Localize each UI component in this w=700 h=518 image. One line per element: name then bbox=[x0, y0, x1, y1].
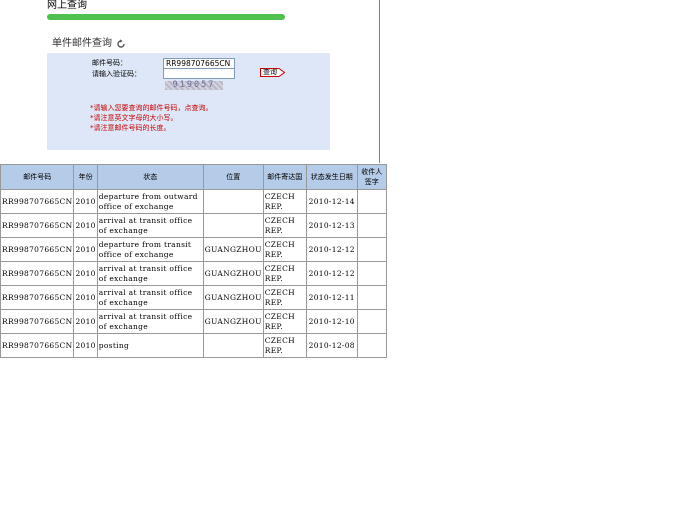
header-signature: 收件人签字 bbox=[356, 164, 387, 190]
query-button[interactable]: 查询 bbox=[260, 68, 285, 77]
header-location: 位置 bbox=[202, 164, 264, 190]
note-line: *请注意邮件号码的长度。 bbox=[90, 124, 171, 132]
cell-date: 2010-12-14 bbox=[305, 189, 358, 214]
cell-destination: CZECH REP. bbox=[262, 309, 307, 334]
title-bar bbox=[47, 14, 285, 20]
cell-signature bbox=[356, 213, 387, 238]
cell-status: arrival at transit office of exchange bbox=[96, 285, 204, 310]
cell-destination: CZECH REP. bbox=[262, 285, 307, 310]
cell-signature bbox=[356, 237, 387, 262]
cell-destination: CZECH REP. bbox=[262, 261, 307, 286]
cell-year: 2010 bbox=[73, 213, 98, 238]
table-row: RR998707665CN 2010 arrival at transit of… bbox=[0, 213, 387, 238]
cell-mail-no: RR998707665CN bbox=[0, 261, 75, 286]
table-row: RR998707665CN 2010 arrival at transit of… bbox=[0, 285, 387, 310]
table-row: RR998707665CN 2010 posting CZECH REP. 20… bbox=[0, 333, 387, 358]
cell-year: 2010 bbox=[73, 237, 98, 262]
page-title: 网上查询 bbox=[47, 0, 87, 11]
cell-location: GUANGZHOU bbox=[202, 237, 264, 262]
cell-date: 2010-12-12 bbox=[305, 237, 358, 262]
cell-mail-no: RR998707665CN bbox=[0, 237, 75, 262]
cell-signature bbox=[356, 189, 387, 214]
cell-mail-no: RR998707665CN bbox=[0, 213, 75, 238]
header-date: 状态发生日期 bbox=[305, 164, 358, 190]
table-row: RR998707665CN 2010 departure from outwar… bbox=[0, 189, 387, 214]
cell-status: arrival at transit office of exchange bbox=[96, 309, 204, 334]
cell-status: posting bbox=[96, 333, 204, 358]
header-destination: 邮件寄达国 bbox=[262, 164, 307, 190]
cell-destination: CZECH REP. bbox=[262, 237, 307, 262]
header-mail-no: 邮件号码 bbox=[0, 164, 75, 190]
cell-mail-no: RR998707665CN bbox=[0, 189, 75, 214]
results-table: 邮件号码 年份 状态 位置 邮件寄达国 状态发生日期 收件人签字 RR99870… bbox=[0, 164, 387, 358]
cell-year: 2010 bbox=[73, 189, 98, 214]
cell-location bbox=[202, 189, 264, 214]
refresh-icon[interactable] bbox=[116, 39, 126, 49]
cell-signature bbox=[356, 309, 387, 334]
cell-signature bbox=[356, 333, 387, 358]
cell-location bbox=[202, 333, 264, 358]
captcha-label: 请输入验证码： bbox=[92, 70, 141, 78]
cell-destination: CZECH REP. bbox=[262, 213, 307, 238]
cell-status: departure from outward office of exchang… bbox=[96, 189, 204, 214]
cell-mail-no: RR998707665CN bbox=[0, 333, 75, 358]
section-title-label: 单件邮件查询 bbox=[52, 38, 112, 49]
cell-date: 2010-12-13 bbox=[305, 213, 358, 238]
table-row: RR998707665CN 2010 departure from transi… bbox=[0, 237, 387, 262]
cell-location: GUANGZHOU bbox=[202, 309, 264, 334]
cell-mail-no: RR998707665CN bbox=[0, 285, 75, 310]
section-title: 单件邮件查询 bbox=[52, 38, 126, 50]
cell-status: departure from transit office of exchang… bbox=[96, 237, 204, 262]
cell-year: 2010 bbox=[73, 309, 98, 334]
cell-year: 2010 bbox=[73, 285, 98, 310]
mail-no-label: 邮件号码： bbox=[92, 59, 127, 67]
cell-date: 2010-12-11 bbox=[305, 285, 358, 310]
query-form: 邮件号码： 请输入验证码： 919057 查询 *请输入您要查询的邮件号码，点查… bbox=[47, 53, 330, 150]
cell-date: 2010-12-10 bbox=[305, 309, 358, 334]
table-row: RR998707665CN 2010 arrival at transit of… bbox=[0, 309, 387, 334]
cell-status: arrival at transit office of exchange bbox=[96, 261, 204, 286]
cell-date: 2010-12-12 bbox=[305, 261, 358, 286]
header-year: 年份 bbox=[73, 164, 98, 190]
cell-signature bbox=[356, 261, 387, 286]
cell-year: 2010 bbox=[73, 261, 98, 286]
cell-destination: CZECH REP. bbox=[262, 189, 307, 214]
cell-date: 2010-12-08 bbox=[305, 333, 358, 358]
cell-location: GUANGZHOU bbox=[202, 261, 264, 286]
query-button-label: 查询 bbox=[263, 68, 277, 76]
cell-signature bbox=[356, 285, 387, 310]
table-header-row: 邮件号码 年份 状态 位置 邮件寄达国 状态发生日期 收件人签字 bbox=[0, 164, 387, 190]
cell-destination: CZECH REP. bbox=[262, 333, 307, 358]
query-panel: 网上查询 单件邮件查询 邮件号码： 请输入验证码： 919057 查询 *请输入… bbox=[0, 0, 380, 163]
notes: *请输入您要查询的邮件号码，点查询。 *请注意英文字母的大小写。 *请注意邮件号… bbox=[90, 103, 213, 133]
note-line: *请输入您要查询的邮件号码，点查询。 bbox=[90, 104, 213, 112]
cell-year: 2010 bbox=[73, 333, 98, 358]
captcha-image: 919057 bbox=[165, 81, 223, 90]
table-row: RR998707665CN 2010 arrival at transit of… bbox=[0, 261, 387, 286]
cell-location bbox=[202, 213, 264, 238]
cell-status: arrival at transit office of exchange bbox=[96, 213, 204, 238]
note-line: *请注意英文字母的大小写。 bbox=[90, 114, 178, 122]
cell-mail-no: RR998707665CN bbox=[0, 309, 75, 334]
cell-location: GUANGZHOU bbox=[202, 285, 264, 310]
captcha-input[interactable] bbox=[163, 68, 235, 79]
header-status: 状态 bbox=[96, 164, 204, 190]
